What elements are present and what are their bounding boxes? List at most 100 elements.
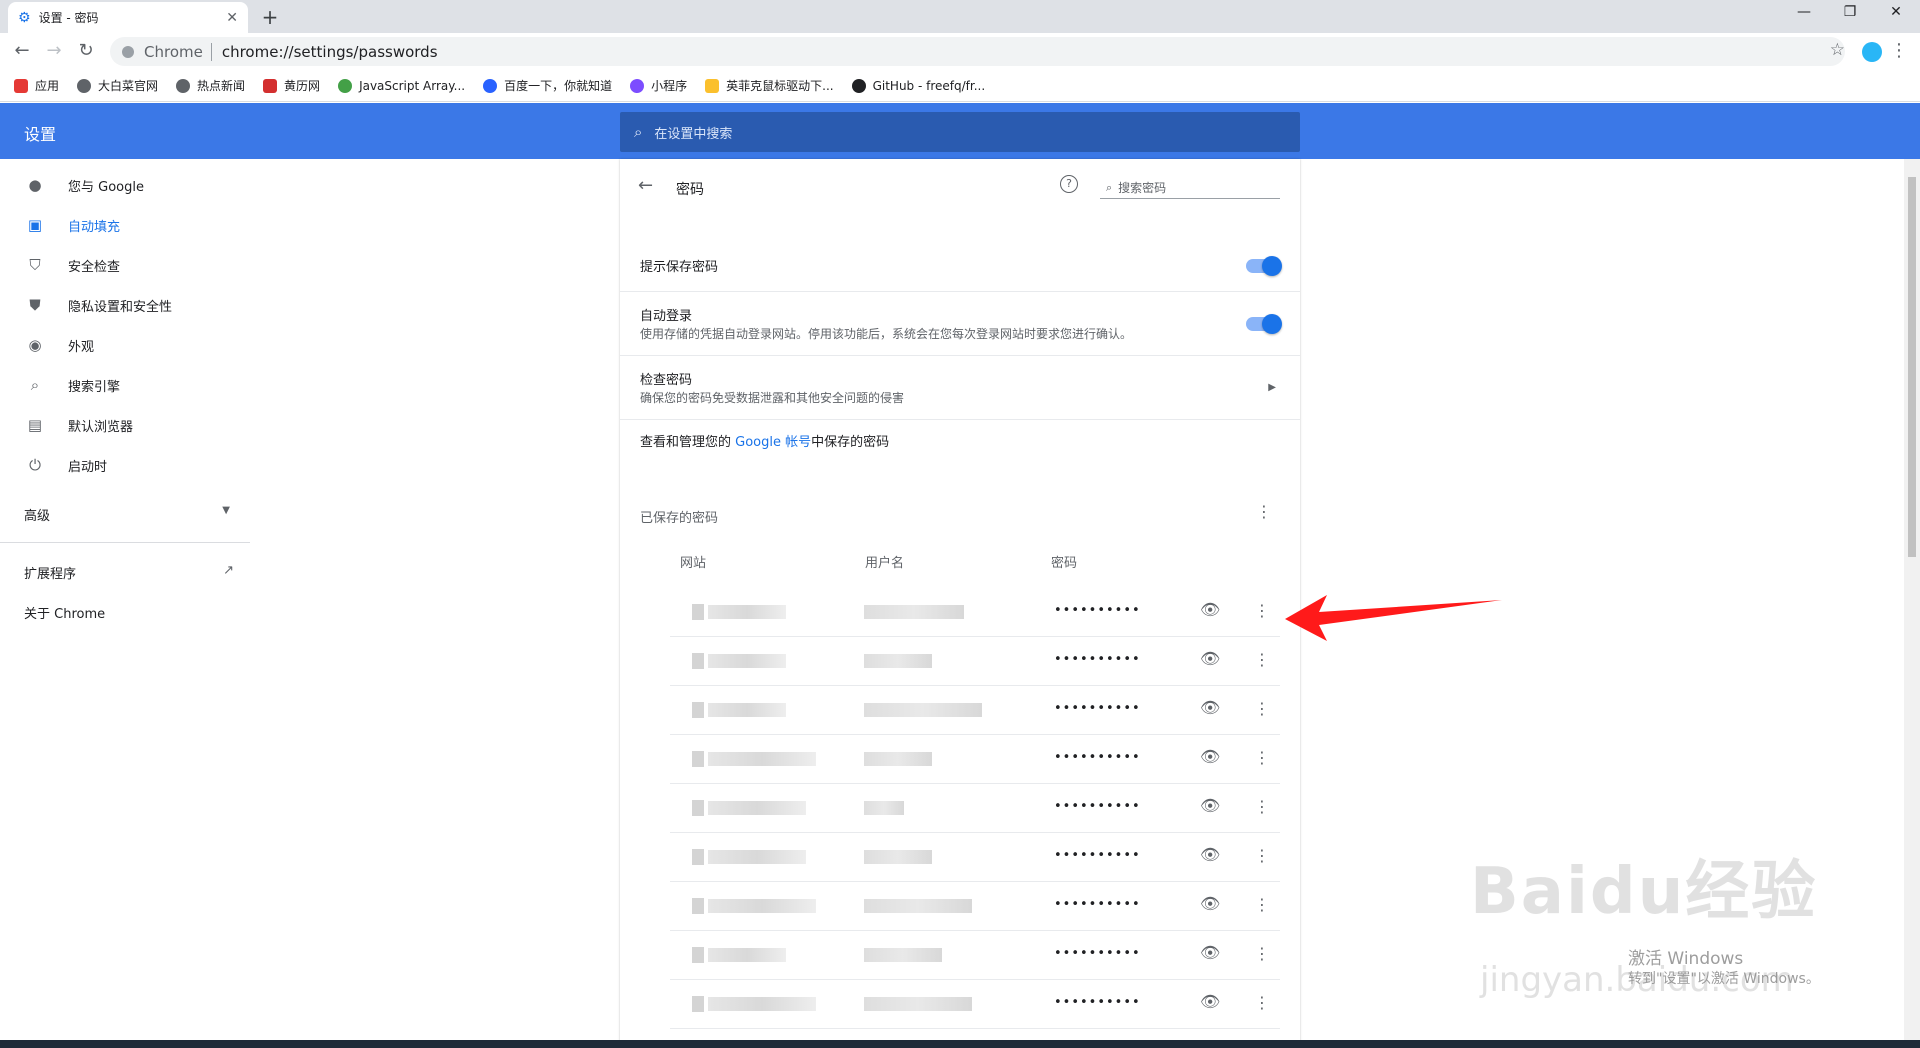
passwords-header: ← 密码 ? ⌕ 搜索密码 [620, 159, 1300, 215]
sidebar-item-search-engine[interactable]: ⌕ 搜索引擎 [0, 365, 250, 405]
eye-icon[interactable]: 👁 [1200, 747, 1220, 766]
check-passwords-row[interactable]: 检查密码 确保您的密码免受数据泄露和其他安全问题的侵害 ▶ [620, 355, 1300, 419]
forward-icon[interactable]: → [42, 40, 66, 61]
site-favicon [692, 898, 704, 914]
eye-icon[interactable]: 👁 [1200, 600, 1220, 619]
sidebar-item-default-browser[interactable]: ▤ 默认浏览器 [0, 405, 250, 445]
settings-search-input[interactable]: ⌕ 在设置中搜索 [620, 112, 1300, 152]
sidebar-item-label: 默认浏览器 [68, 419, 134, 435]
more-vert-icon[interactable]: ⋮ [1254, 797, 1270, 816]
sidebar-about-chrome[interactable]: 关于 Chrome [24, 603, 105, 622]
globe-icon [176, 78, 191, 93]
row-divider [620, 419, 1300, 420]
site-name-blurred [708, 654, 786, 668]
back-arrow-icon[interactable]: ← [638, 175, 653, 196]
site-favicon [692, 604, 704, 620]
auto-signin-toggle[interactable] [1246, 314, 1282, 334]
bookmark-item[interactable]: 大白菜官网 [77, 77, 158, 94]
tab-settings[interactable]: ⚙ 设置 - 密码 ✕ [8, 2, 248, 33]
w3-icon [338, 78, 353, 93]
more-vert-icon[interactable]: ⋮ [1254, 650, 1270, 669]
eye-icon[interactable]: 👁 [1200, 894, 1220, 913]
page-scrollbar[interactable] [1904, 159, 1920, 1048]
clipboard-icon: ▣ [27, 216, 43, 234]
sidebar-item-label: 自动填充 [68, 219, 121, 235]
browser-toolbar: ← → ↻ Chrome chrome://settings/passwords… [0, 33, 1920, 70]
minimize-button[interactable]: — [1784, 4, 1824, 20]
sidebar-item-safety-check[interactable]: ⛉ 安全检查 [0, 245, 250, 285]
extensions-label: 扩展程序 [24, 567, 77, 582]
eye-icon[interactable]: 👁 [1200, 845, 1220, 864]
back-icon[interactable]: ← [10, 40, 34, 61]
bookmark-item[interactable]: 小程序 [630, 77, 687, 94]
password-row: •••••••••• 👁 ⋮ [670, 932, 1280, 980]
sidebar-item-on-startup[interactable]: ⏻ 启动时 [0, 445, 250, 485]
more-vert-icon[interactable]: ⋮ [1254, 846, 1270, 865]
restore-button[interactable]: ❐ [1830, 4, 1870, 20]
bookmark-item[interactable]: 黄历网 [263, 77, 320, 94]
eye-icon[interactable]: 👁 [1200, 992, 1220, 1011]
sidebar-divider [0, 542, 250, 543]
advanced-label: 高级 [24, 509, 51, 524]
bookmark-item[interactable]: GitHub - freefq/fr... [851, 78, 985, 93]
password-search-input[interactable]: ⌕ 搜索密码 [1100, 177, 1280, 199]
offer-to-save-label: 提示保存密码 [640, 260, 719, 275]
star-icon[interactable]: ☆ [1830, 40, 1845, 60]
scrollbar-thumb[interactable] [1908, 177, 1916, 557]
sidebar-item-you-and-google[interactable]: ● 您与 Google [0, 165, 250, 205]
github-icon [851, 78, 866, 93]
site-favicon [692, 653, 704, 669]
eye-icon[interactable]: 👁 [1200, 649, 1220, 668]
help-icon[interactable]: ? [1060, 175, 1078, 193]
address-bar[interactable]: Chrome chrome://settings/passwords [110, 37, 1845, 66]
saved-passwords-heading: 已保存的密码 [640, 511, 719, 526]
more-vert-icon[interactable]: ⋮ [1254, 748, 1270, 767]
sidebar-item-label: 安全检查 [68, 259, 121, 275]
auto-signin-row[interactable]: 自动登录 使用存储的凭据自动登录网站。停用该功能后，系统会在您每次登录网站时要求… [620, 291, 1300, 355]
more-vert-icon[interactable]: ⋮ [1254, 895, 1270, 914]
sidebar-extensions-link[interactable]: 扩展程序 ↗ [24, 563, 234, 582]
username-blurred [864, 605, 964, 619]
shield-check-icon: ⛉ [29, 256, 41, 274]
username-blurred [864, 801, 904, 815]
more-vert-icon[interactable]: ⋮ [1254, 601, 1270, 620]
close-icon[interactable]: ✕ [226, 10, 238, 26]
new-tab-button[interactable]: + [258, 5, 282, 29]
bookmark-label: 热点新闻 [197, 79, 246, 93]
more-vert-icon[interactable]: ⋮ [1256, 502, 1272, 521]
bookmark-item[interactable]: 应用 [14, 77, 59, 94]
sidebar-item-autofill[interactable]: ▣ 自动填充 [0, 205, 250, 245]
sidebar-item-privacy[interactable]: ⛊ 隐私设置和安全性 [0, 285, 250, 325]
window-close-button[interactable]: ✕ [1876, 4, 1916, 20]
bookmark-item[interactable]: JavaScript Array... [338, 78, 466, 93]
reload-icon[interactable]: ↻ [74, 40, 98, 61]
chevron-right-icon: ▶ [1268, 382, 1276, 393]
more-vert-icon[interactable]: ⋮ [1890, 40, 1908, 61]
offer-to-save-row[interactable]: 提示保存密码 [620, 235, 1300, 291]
more-vert-icon[interactable]: ⋮ [1254, 944, 1270, 963]
more-vert-icon[interactable]: ⋮ [1254, 993, 1270, 1012]
masked-password: •••••••••• [1054, 897, 1141, 912]
password-row: •••••••••• 👁 ⋮ [670, 785, 1280, 833]
eye-icon[interactable]: 👁 [1200, 698, 1220, 717]
site-name-blurred [708, 605, 786, 619]
globe-icon [77, 78, 92, 93]
username-blurred [864, 948, 942, 962]
google-account-link[interactable]: Google 帐号 [735, 435, 811, 450]
bookmark-label: JavaScript Array... [359, 78, 466, 93]
extension-icon[interactable] [1862, 42, 1882, 62]
eye-icon[interactable]: 👁 [1200, 796, 1220, 815]
palette-icon: ◉ [28, 336, 42, 354]
sidebar-item-appearance[interactable]: ◉ 外观 [0, 325, 250, 365]
more-vert-icon[interactable]: ⋮ [1254, 699, 1270, 718]
offer-to-save-toggle[interactable] [1246, 256, 1282, 276]
power-icon: ⏻ [29, 456, 41, 474]
bookmark-item[interactable]: 英菲克鼠标驱动下... [705, 77, 834, 94]
sidebar-advanced[interactable]: 高级 ▼ [24, 505, 230, 524]
site-name-blurred [708, 801, 806, 815]
person-icon: ● [28, 176, 42, 194]
site-favicon [692, 849, 704, 865]
eye-icon[interactable]: 👁 [1200, 943, 1220, 962]
bookmark-item[interactable]: 百度一下，你就知道 [483, 77, 612, 94]
bookmark-item[interactable]: 热点新闻 [176, 77, 245, 94]
